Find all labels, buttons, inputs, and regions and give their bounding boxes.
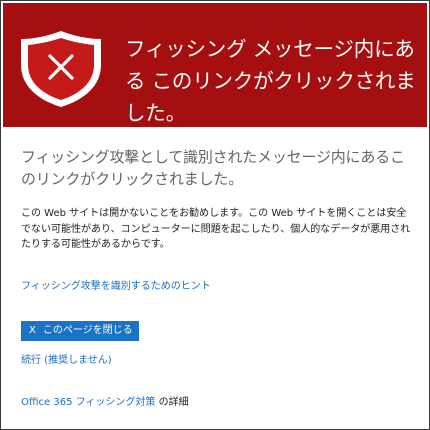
- phishing-warning-page: フィッシング メッセージ内にある このリンクがクリックされました。 フィッシング…: [0, 0, 430, 430]
- warning-description: この Web サイトは開かないことをお勧めします。この Web サイトを開くこと…: [21, 208, 411, 250]
- footer-suffix: の詳細: [155, 397, 189, 408]
- close-icon: X: [29, 325, 36, 336]
- close-page-label: このページを閉じる: [42, 325, 133, 336]
- office365-anti-phishing-link[interactable]: Office 365 フィッシング対策: [21, 397, 155, 408]
- warning-content: フィッシング攻撃として識別されたメッセージ内にあるこのリンクがクリックされました…: [1, 1, 429, 429]
- continue-link[interactable]: 続行 (推奨しません): [21, 354, 112, 368]
- close-page-button[interactable]: X このページを閉じる: [21, 321, 139, 341]
- footer-learn-more: Office 365 フィッシング対策 の詳細: [21, 396, 189, 410]
- phishing-tips-link[interactable]: フィッシング攻撃を識別するためのヒント: [21, 280, 211, 294]
- warning-subheading: フィッシング攻撃として識別されたメッセージ内にあるこのリンクがクリックされました…: [21, 148, 405, 188]
